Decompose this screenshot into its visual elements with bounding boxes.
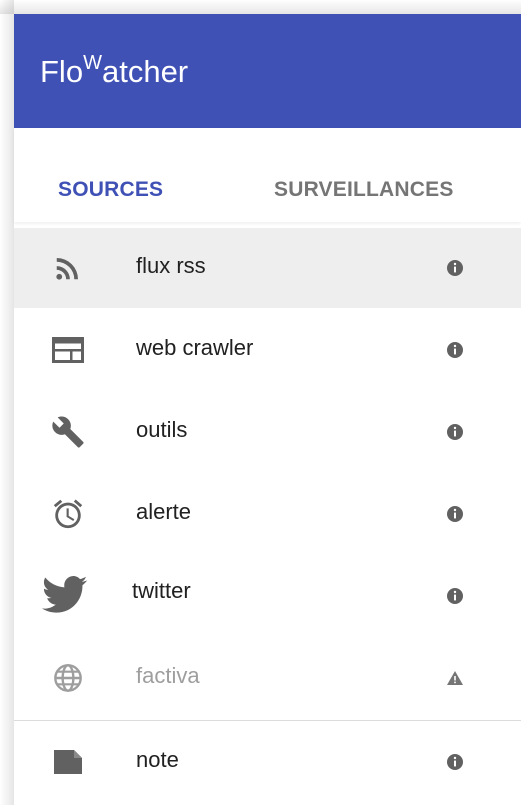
window-shadow-top xyxy=(0,0,521,14)
wrench-icon xyxy=(48,412,88,452)
source-item-label: factiva xyxy=(136,663,200,688)
source-item-web-crawler[interactable]: web crawler xyxy=(14,310,521,390)
sources-panel: FloWatcher SOURCES SURVEILLANCES flux rs… xyxy=(14,14,521,805)
info-icon[interactable] xyxy=(446,505,464,523)
app-title-prefix: Flo xyxy=(40,54,84,89)
app-title-superscript: W xyxy=(83,51,102,74)
info-icon[interactable] xyxy=(446,259,464,277)
source-item-label: note xyxy=(136,747,179,772)
source-item-label: outils xyxy=(136,417,188,442)
window-shadow-left xyxy=(0,0,14,805)
info-icon[interactable] xyxy=(446,587,464,605)
globe-icon xyxy=(48,658,88,698)
source-item-factiva: factiva xyxy=(14,638,521,718)
app-bar: FloWatcher xyxy=(14,14,521,128)
source-item-twitter[interactable]: twitter xyxy=(14,556,521,636)
tab-bar: SOURCES SURVEILLANCES xyxy=(14,128,521,222)
tab-sources[interactable]: SOURCES xyxy=(58,178,163,202)
source-item-outils[interactable]: outils xyxy=(14,392,521,472)
source-item-note[interactable]: note xyxy=(14,722,521,802)
note-icon xyxy=(48,742,88,782)
info-icon[interactable] xyxy=(446,753,464,771)
list-divider xyxy=(14,720,521,721)
info-icon[interactable] xyxy=(446,423,464,441)
warning-icon xyxy=(446,669,464,687)
source-item-label: twitter xyxy=(132,578,191,603)
source-item-alerte[interactable]: alerte xyxy=(14,474,521,554)
source-item-label: alerte xyxy=(136,499,192,524)
app-title: FloWatcher xyxy=(40,52,188,92)
web-crawler-icon xyxy=(48,330,88,370)
source-item-flux-rss[interactable]: flux rss xyxy=(14,228,521,308)
twitter-icon xyxy=(40,570,90,620)
tab-surveillances[interactable]: SURVEILLANCES xyxy=(274,178,454,202)
info-icon[interactable] xyxy=(446,341,464,359)
app-window: FloWatcher SOURCES SURVEILLANCES flux rs… xyxy=(0,0,521,805)
app-title-suffix: atcher xyxy=(101,54,189,89)
source-item-label: web crawler xyxy=(136,335,254,360)
rss-icon xyxy=(48,248,88,288)
source-item-label: flux rss xyxy=(136,253,206,278)
alarm-icon xyxy=(48,494,88,534)
